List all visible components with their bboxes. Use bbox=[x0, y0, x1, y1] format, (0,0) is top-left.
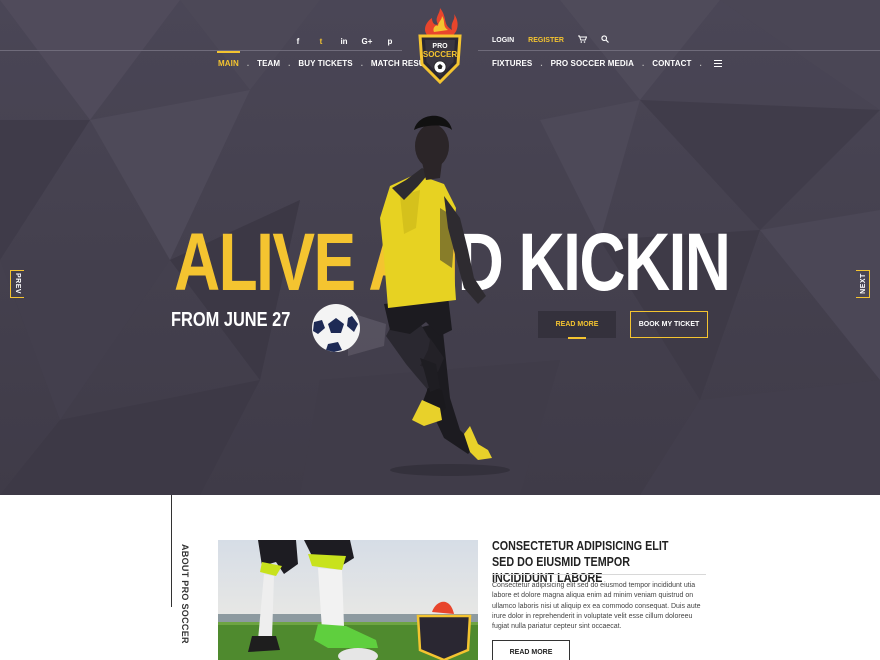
hero-subheading: FROM JUNE 27 bbox=[171, 309, 291, 331]
facebook-icon[interactable]: f bbox=[292, 36, 304, 48]
pro-soccer-logo[interactable]: PRO SOCCER bbox=[412, 6, 468, 86]
header-divider-right bbox=[478, 50, 880, 51]
nav-contact[interactable]: CONTACT bbox=[652, 59, 691, 68]
about-vertical-rule bbox=[171, 495, 172, 607]
register-link[interactable]: REGISTER bbox=[528, 37, 564, 44]
twitter-icon[interactable]: t bbox=[315, 36, 327, 48]
main-nav-right: FIXTURES . PRO SOCCER MEDIA . CONTACT . bbox=[492, 59, 722, 68]
next-slide-button[interactable]: NEXT bbox=[856, 270, 870, 298]
prev-label: PREV bbox=[14, 272, 22, 295]
linkedin-icon[interactable]: in bbox=[338, 36, 350, 48]
about-photo bbox=[218, 540, 478, 660]
hamburger-menu-icon[interactable] bbox=[713, 60, 722, 67]
cart-icon[interactable] bbox=[577, 35, 588, 45]
about-section-label: ABOUT PRO SOCCER bbox=[180, 544, 190, 644]
prev-slide-button[interactable]: PREV bbox=[10, 270, 24, 298]
soccer-ball-image bbox=[312, 304, 386, 356]
article-title: CONSECTETUR ADIPISICING ELIT SED DO EIUS… bbox=[492, 539, 669, 585]
book-ticket-button[interactable]: BOOK MY TICKET bbox=[630, 311, 708, 338]
google-plus-icon[interactable]: G+ bbox=[361, 36, 373, 48]
article-body: Consectetur adipisicing elit sed do eius… bbox=[492, 582, 701, 631]
nav-buy-tickets[interactable]: BUY TICKETS bbox=[298, 59, 352, 68]
pinterest-icon[interactable]: p bbox=[384, 36, 396, 48]
nav-main[interactable]: MAIN bbox=[217, 51, 240, 68]
nav-separator: . bbox=[246, 59, 250, 68]
nav-team[interactable]: TEAM bbox=[257, 59, 280, 68]
nav-separator: . bbox=[641, 59, 645, 68]
nav-fixtures[interactable]: FIXTURES bbox=[492, 59, 532, 68]
search-icon[interactable] bbox=[601, 35, 609, 45]
next-label: NEXT bbox=[859, 273, 867, 294]
soccer-player-image bbox=[380, 115, 510, 476]
hero-read-more-button[interactable]: READ MORE bbox=[538, 311, 616, 339]
user-utilities: LOGIN REGISTER bbox=[492, 35, 609, 45]
logo-text-soccer: SOCCER bbox=[423, 50, 457, 59]
article-read-more-button[interactable]: READ MORE bbox=[492, 640, 570, 660]
login-link[interactable]: LOGIN bbox=[492, 37, 514, 44]
article-divider bbox=[492, 574, 706, 575]
nav-separator: . bbox=[699, 59, 702, 68]
nav-separator: . bbox=[540, 59, 543, 68]
header-divider-left bbox=[0, 50, 402, 51]
hero-banner: f t in G+ p MAIN . TEAM . BUY TICKETS . … bbox=[0, 0, 880, 495]
nav-pro-soccer-media[interactable]: PRO SOCCER MEDIA bbox=[551, 59, 634, 68]
nav-separator: . bbox=[360, 59, 363, 68]
social-links: f t in G+ p bbox=[292, 36, 396, 48]
main-nav-left: MAIN . TEAM . BUY TICKETS . MATCH RESULT… bbox=[217, 51, 439, 68]
logo-text-pro: PRO bbox=[432, 43, 448, 50]
nav-separator: . bbox=[288, 59, 291, 68]
